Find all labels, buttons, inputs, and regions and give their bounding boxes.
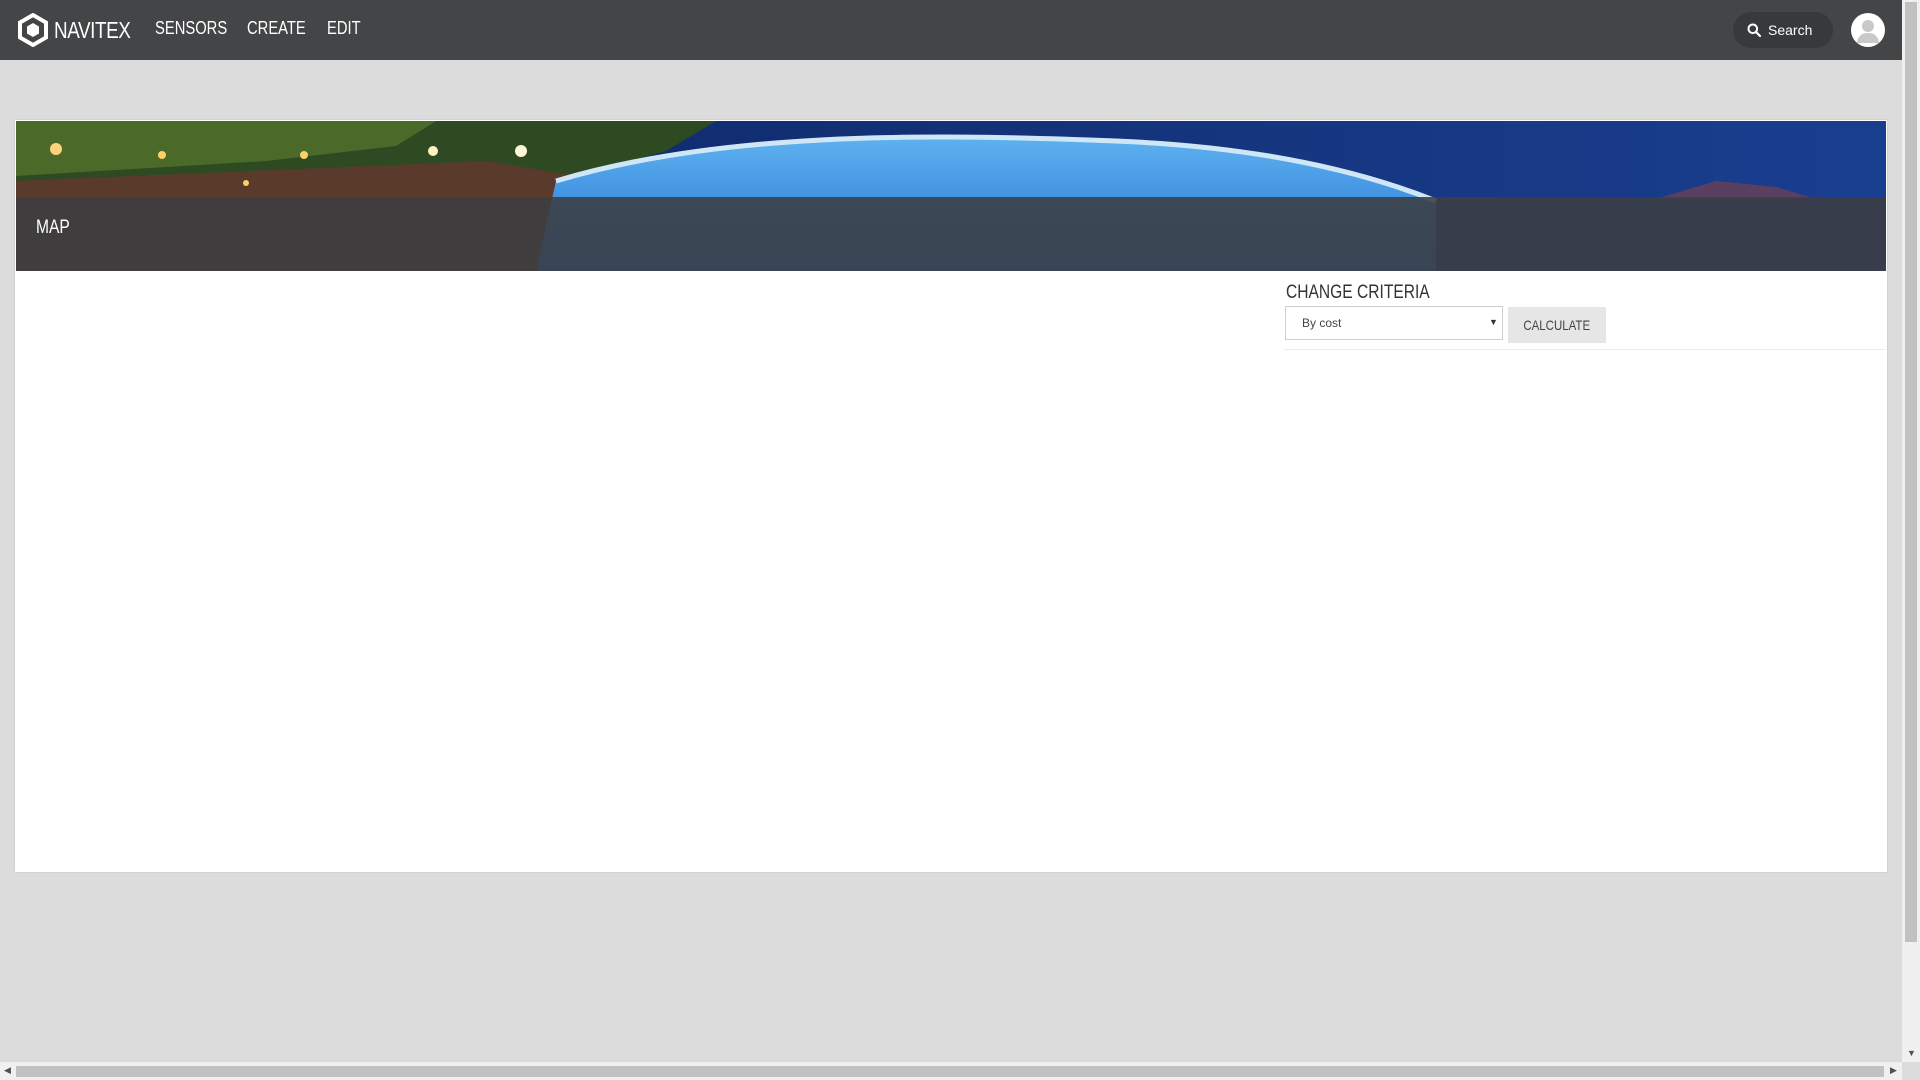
search-button[interactable]: Search: [1733, 12, 1833, 48]
horizontal-scrollbar-thumb[interactable]: [16, 1066, 1884, 1077]
nav-sensors[interactable]: SENSORS: [155, 18, 227, 39]
search-label: Search: [1768, 22, 1813, 38]
scrollbar-corner: [1902, 1062, 1920, 1080]
scroll-right-arrow-icon[interactable]: ▶: [1890, 1065, 1897, 1076]
nav-create[interactable]: CREATE: [247, 18, 306, 39]
map-banner: MAP: [16, 121, 1886, 271]
criteria-select[interactable]: By cost ▼: [1285, 306, 1503, 340]
brand-logo-link[interactable]: NAVITEX: [16, 12, 147, 48]
calculate-button[interactable]: CALCULATE: [1508, 307, 1606, 343]
vertical-scrollbar[interactable]: ▼: [1902, 0, 1920, 1062]
vertical-scrollbar-thumb[interactable]: [1905, 2, 1917, 942]
top-navbar: NAVITEX SENSORS CREATE EDIT Search: [0, 0, 1902, 60]
calculate-button-label: CALCULATE: [1523, 317, 1591, 333]
criteria-label: CHANGE CRITERIA: [1286, 282, 1430, 303]
criteria-panel: CHANGE CRITERIA By cost ▼ CALCULATE: [1284, 271, 1886, 350]
scroll-left-arrow-icon[interactable]: ◀: [4, 1065, 11, 1076]
criteria-select-value: By cost: [1302, 316, 1342, 330]
search-icon: [1747, 23, 1761, 37]
nav-edit[interactable]: EDIT: [327, 18, 361, 39]
scroll-down-arrow-icon[interactable]: ▼: [1907, 1048, 1916, 1058]
user-avatar[interactable]: [1851, 13, 1885, 47]
user-icon: [1857, 20, 1879, 43]
banner-title-bar: [16, 197, 1886, 271]
navitex-logo-icon: [18, 13, 48, 47]
chevron-down-icon: ▼: [1489, 317, 1498, 327]
page-title: MAP: [36, 217, 70, 238]
horizontal-scrollbar[interactable]: ◀ ▶: [0, 1062, 1902, 1080]
map-card: MAP CHANGE CRITERIA By cost ▼ CALCULATE: [15, 120, 1887, 872]
brand-name: NAVITEX: [54, 16, 131, 43]
